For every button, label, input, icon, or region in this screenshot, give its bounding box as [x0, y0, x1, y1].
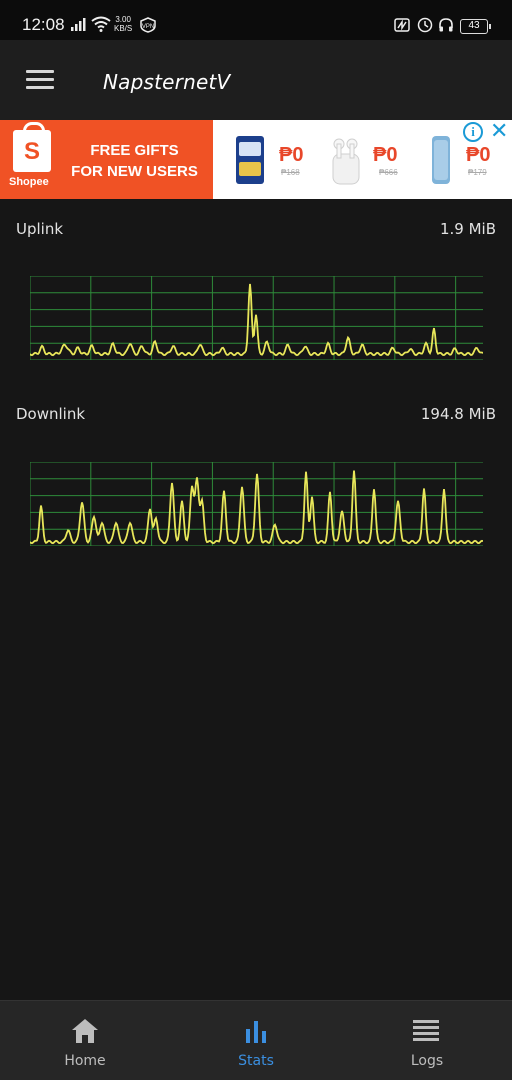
uplink-label: Uplink [16, 220, 64, 238]
nav-logs-label: Logs [410, 1053, 444, 1069]
shopee-logo-icon: S [13, 122, 51, 172]
ad-banner[interactable]: S Shopee FREE GIFTS FOR NEW USERS ₱0 ₱16… [0, 120, 512, 199]
signal-icon [71, 18, 86, 31]
ad-brand: Shopee [9, 176, 49, 188]
ad-headline: FREE GIFTS FOR NEW USERS [71, 142, 198, 180]
uplink-value: 1.9 MiB [439, 220, 496, 238]
bar-chart-icon [246, 1021, 266, 1043]
alarm-icon [417, 17, 433, 33]
ad-close-icon[interactable]: ✕ [490, 120, 508, 144]
ad-promo-panel[interactable]: S Shopee FREE GIFTS FOR NEW USERS [0, 120, 213, 199]
downlink-graph [30, 462, 483, 546]
vpn-icon: VPN [140, 17, 156, 33]
nav-home[interactable]: Home [0, 1001, 170, 1080]
product-price: ₱0 [466, 144, 491, 166]
ad-info-icon[interactable]: i [463, 122, 483, 142]
nav-stats[interactable]: Stats [171, 1001, 341, 1080]
product-earbuds-icon[interactable] [325, 132, 365, 188]
status-time: 12:08 [22, 15, 65, 34]
menu-icon[interactable] [26, 70, 54, 90]
product-rice-icon[interactable] [230, 132, 270, 188]
svg-text:VPN: VPN [142, 24, 154, 30]
status-bar: 12:08 3.00 KB/S VPN 43 [0, 0, 512, 40]
bottom-navigation: Home Stats Logs [0, 1000, 512, 1080]
nav-logs[interactable]: Logs [342, 1001, 512, 1080]
downlink-label: Downlink [16, 405, 86, 423]
product-old-price: ₱666 [379, 168, 398, 177]
wifi-icon [91, 16, 111, 32]
app-bar: NapsternetV [0, 40, 512, 120]
battery-indicator: 43 [460, 19, 491, 34]
network-speed: 3.00 KB/S [114, 15, 133, 33]
headphones-icon [439, 18, 453, 32]
product-powerbank-icon[interactable] [422, 132, 462, 188]
product-price: ₱0 [373, 144, 398, 166]
nfc-icon [394, 18, 410, 32]
home-icon [72, 1019, 98, 1043]
list-icon [413, 1020, 439, 1041]
product-old-price: ₱179 [468, 168, 487, 177]
product-price: ₱0 [279, 144, 304, 166]
downlink-value: 194.8 MiB [420, 405, 496, 423]
nav-home-label: Home [64, 1053, 106, 1069]
nav-stats-label: Stats [238, 1053, 274, 1069]
product-old-price: ₱168 [281, 168, 300, 177]
app-title: NapsternetV [103, 70, 231, 94]
uplink-graph [30, 276, 483, 360]
